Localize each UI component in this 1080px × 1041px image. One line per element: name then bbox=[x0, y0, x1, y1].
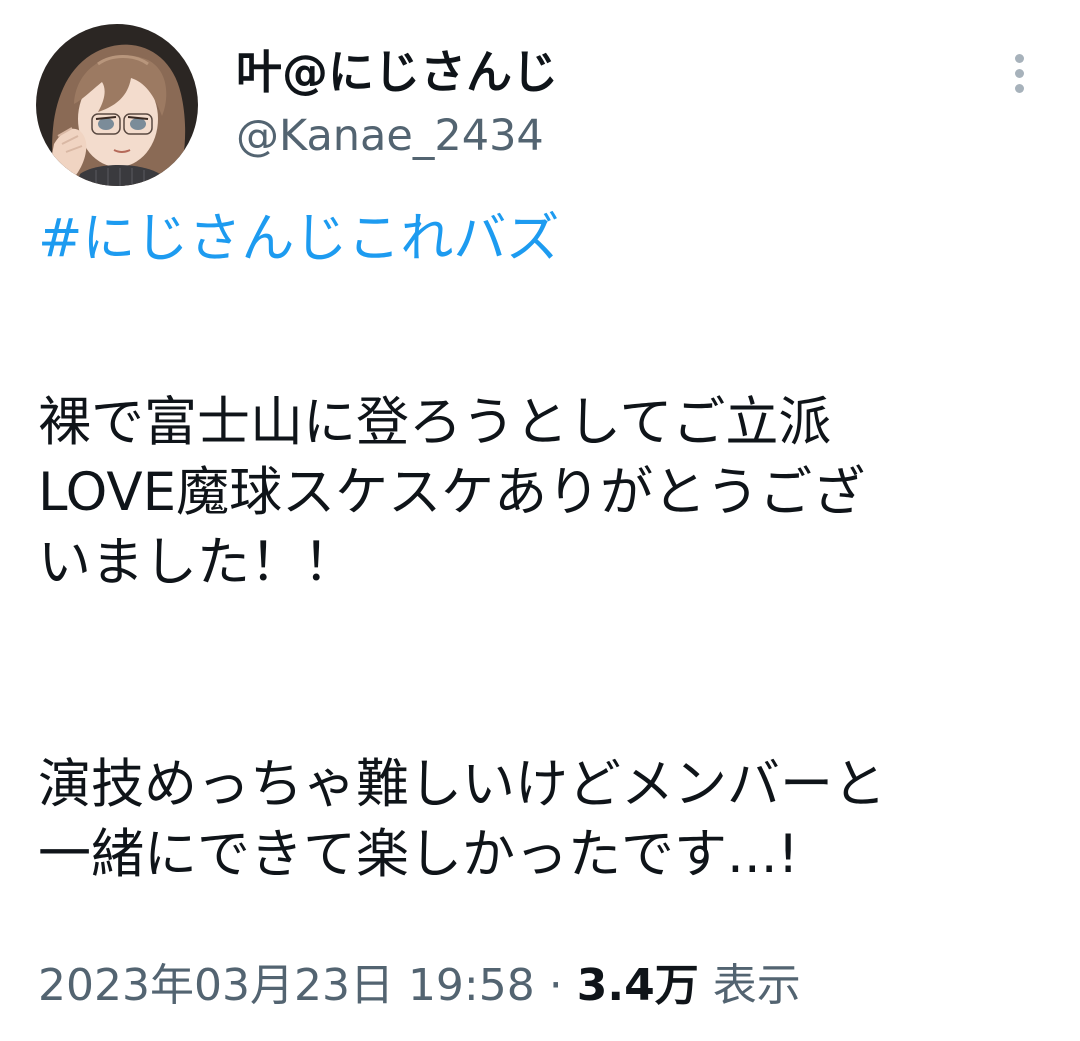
tweet: 叶@にじさんじ @Kanae_2434 #にじさんじこれバズ 裸で富士山に登ろう… bbox=[0, 0, 1080, 1041]
views-label: 表示 bbox=[712, 960, 801, 1011]
more-options-icon[interactable] bbox=[1000, 48, 1040, 98]
tweet-meta: 2023年03月23日 19:58 · 3.4万 表示 bbox=[38, 952, 801, 1020]
menu-dot bbox=[1015, 84, 1024, 93]
tweet-timestamp[interactable]: 2023年03月23日 19:58 bbox=[38, 960, 535, 1011]
tweet-paragraph: 演技めっちゃ難しいけどメンバーと 一緒にできて楽しかったです...! bbox=[38, 754, 886, 885]
author-display-name[interactable]: 叶@にじさんじ bbox=[236, 40, 558, 104]
profile-avatar[interactable] bbox=[36, 24, 198, 186]
meta-separator: · bbox=[548, 960, 563, 1011]
author-handle[interactable]: @Kanae_2434 bbox=[236, 106, 544, 166]
avatar-illustration-icon bbox=[36, 24, 198, 186]
views-count: 3.4万 bbox=[576, 960, 699, 1011]
hashtag-link[interactable]: #にじさんじこれバズ bbox=[38, 204, 1048, 276]
tweet-paragraph: 裸で富士山に登ろうとしてご立派 LOVE魔球スケスケありがとうござ いました！！ bbox=[38, 392, 866, 593]
menu-dot bbox=[1015, 54, 1024, 63]
tweet-text: #にじさんじこれバズ 裸で富士山に登ろうとしてご立派 LOVE魔球スケスケありが… bbox=[38, 204, 1048, 885]
menu-dot bbox=[1015, 69, 1024, 78]
